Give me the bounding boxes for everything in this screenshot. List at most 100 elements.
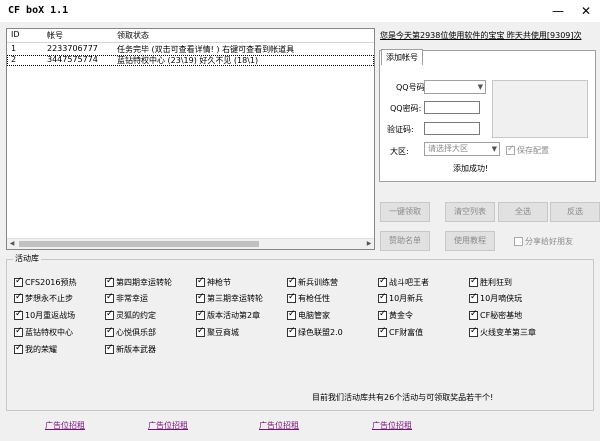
captcha-image[interactable] — [492, 80, 588, 138]
checkbox-icon — [196, 276, 205, 287]
region-select[interactable]: 请选择大区 ▼ — [424, 142, 500, 156]
qq-label: QQ号码: — [396, 83, 428, 92]
activity-label: 灵狐的约定 — [116, 311, 156, 320]
clear-list-button[interactable]: 清空列表 — [445, 202, 495, 222]
activity-label: 胜利狂到 — [480, 278, 512, 287]
activity-label: 火线变革第三章 — [480, 328, 536, 337]
add-status: 添加成功! — [453, 164, 489, 173]
checkbox-icon — [105, 276, 114, 287]
checkbox-icon — [105, 326, 114, 337]
row-account: 3447575774 — [47, 55, 98, 64]
activity-label: 聚豆商城 — [207, 328, 239, 337]
activity-label: 版本活动第2章 — [207, 311, 261, 320]
table-row[interactable]: 2 3447575774 蓝钻特权中心 (23\19) 好久不见 (18\1) — [7, 55, 374, 66]
claim-all-button[interactable]: 一键领取 — [380, 202, 430, 222]
column-account[interactable]: 帐号 — [47, 30, 63, 41]
scroll-left-icon[interactable]: ◀ — [7, 239, 17, 249]
activity-label: 新兵训练营 — [298, 278, 338, 287]
table-row[interactable]: 1 2233706777 任务完毕 (双击可查看详情! ) 右键可查看到帐道具 — [7, 44, 374, 55]
checkbox-icon — [378, 292, 387, 303]
row-status: 蓝钻特权中心 (23\19) 好久不见 (18\1) — [117, 56, 259, 65]
activity-label: CFS2016预热 — [25, 278, 77, 287]
chevron-down-icon: ▼ — [491, 145, 497, 153]
activity-label: 心悦俱乐部 — [116, 328, 156, 337]
ad-link[interactable]: 广告位招租 — [45, 420, 85, 431]
activity-label: 新版本武器 — [116, 345, 156, 354]
activity-label: 蓝钻特权中心 — [25, 328, 73, 337]
checkbox-icon — [196, 292, 205, 303]
activity-label: 10月重返战场 — [25, 311, 76, 320]
tutorial-button[interactable]: 使用教程 — [445, 231, 495, 251]
checkbox-icon — [469, 326, 478, 337]
ad-link[interactable]: 广告位招租 — [148, 420, 188, 431]
checkbox-icon — [196, 326, 205, 337]
checkbox-icon — [287, 292, 296, 303]
checkbox-icon — [196, 309, 205, 320]
activity-library-title: 活动库 — [13, 253, 41, 264]
checkbox-icon — [378, 309, 387, 320]
row-id: 2 — [11, 55, 17, 64]
activity-label: 10月嘀侠玩 — [480, 294, 523, 303]
activity-label: 战斗吧王者 — [389, 278, 429, 287]
checkbox-icon — [14, 292, 23, 303]
usage-notice[interactable]: 您是今天第2938位使用软件的宝宝 昨天共使用[9309]次 — [380, 30, 582, 41]
activity-label: 第三期幸运转轮 — [207, 294, 263, 303]
title-bar: CF boX 1.1 — ✕ — [0, 0, 600, 22]
app-window: CF boX 1.1 — ✕ ID 帐号 领取状态 1 2233706777 任… — [0, 0, 600, 441]
chevron-down-icon: ▼ — [477, 83, 483, 91]
checkbox-icon — [514, 237, 523, 246]
region-label: 大区: — [390, 147, 409, 156]
checkbox-icon — [105, 292, 114, 303]
captcha-field[interactable] — [424, 122, 480, 135]
qq-select[interactable]: ▼ — [424, 80, 486, 94]
ad-link[interactable]: 广告位招租 — [372, 420, 412, 431]
row-status: 任务完毕 (双击可查看详情! ) 右键可查看到帐道具 — [117, 45, 295, 54]
close-icon[interactable]: ✕ — [572, 0, 600, 22]
invert-selection-button[interactable]: 反选 — [550, 202, 600, 222]
checkbox-icon — [469, 292, 478, 303]
checkbox-icon — [469, 276, 478, 287]
checkbox-icon — [378, 326, 387, 337]
activity-label: CF秘密基地 — [480, 311, 523, 320]
row-account: 2233706777 — [47, 44, 98, 53]
checkbox-icon — [506, 144, 515, 155]
sponsor-list-button[interactable]: 赞助名单 — [380, 231, 430, 251]
checkbox-icon — [378, 276, 387, 287]
checkbox-icon — [287, 326, 296, 337]
tab-add-account[interactable]: 添加帐号 — [381, 49, 423, 65]
activity-label: 黄金令 — [389, 311, 413, 320]
checkbox-icon — [287, 309, 296, 320]
column-id[interactable]: ID — [11, 30, 20, 39]
checkbox-icon — [469, 309, 478, 320]
activity-label: 绿色联盟2.0 — [298, 328, 343, 337]
activity-label: CF财富值 — [389, 328, 424, 337]
activity-label: 非常幸运 — [116, 294, 148, 303]
activity-label: 神枪节 — [207, 278, 231, 287]
minimize-icon[interactable]: — — [544, 0, 572, 22]
activity-label: 有枪任性 — [298, 294, 330, 303]
activity-label: 10月新兵 — [389, 294, 424, 303]
checkbox-icon — [105, 309, 114, 320]
activity-label: 我的荣耀 — [25, 345, 57, 354]
captcha-label: 验证码: — [387, 125, 414, 134]
password-field[interactable] — [424, 101, 480, 114]
ad-link[interactable]: 广告位招租 — [259, 420, 299, 431]
select-all-button[interactable]: 全选 — [498, 202, 548, 222]
account-list[interactable]: ID 帐号 领取状态 1 2233706777 任务完毕 (双击可查看详情! )… — [6, 28, 375, 250]
activity-label: 第四期幸运转轮 — [116, 278, 172, 287]
region-placeholder: 请选择大区 — [428, 144, 468, 153]
scroll-thumb[interactable] — [19, 241, 259, 247]
checkbox-icon — [14, 343, 23, 354]
window-title: CF boX 1.1 — [8, 5, 69, 16]
list-header: ID 帐号 领取状态 — [7, 29, 374, 43]
checkbox-icon — [14, 309, 23, 320]
share-label: 分享给好朋友 — [525, 237, 573, 246]
checkbox-icon — [14, 326, 23, 337]
save-config-label: 保存配置 — [517, 146, 549, 155]
checkbox-icon — [105, 343, 114, 354]
activity-label: 电脑管家 — [298, 311, 330, 320]
horizontal-scrollbar[interactable]: ◀ ▶ — [7, 238, 374, 249]
column-status[interactable]: 领取状态 — [117, 30, 149, 41]
checkbox-icon — [287, 276, 296, 287]
scroll-right-icon[interactable]: ▶ — [364, 239, 374, 249]
